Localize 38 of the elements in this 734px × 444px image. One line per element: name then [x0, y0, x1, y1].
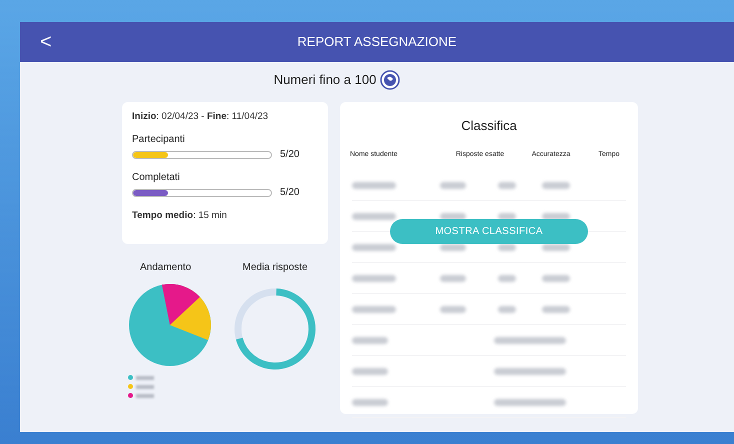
- blurred-status: [494, 398, 566, 406]
- blurred-name: [352, 336, 388, 344]
- blurred-score: [440, 182, 466, 188]
- donut-chart-title: Media risposte: [242, 261, 308, 275]
- blurred-score: [440, 306, 466, 312]
- blurred-legend-text: [136, 394, 154, 398]
- blurred-status: [494, 336, 566, 344]
- blurred-status: [494, 368, 566, 374]
- blurred-time: [542, 306, 570, 312]
- progress-label: Completati: [132, 171, 181, 186]
- blurred-legend-text: [136, 376, 154, 380]
- blurred-time: [542, 182, 570, 188]
- subtitle: Numeri fino a 100: [274, 71, 376, 90]
- progress-count: 5/20: [280, 186, 300, 200]
- pie-chart-title: Andamento: [140, 261, 192, 275]
- blurred-name: [352, 212, 396, 220]
- blurred-accuracy: [498, 182, 516, 188]
- progress-label: Partecipanti: [132, 133, 186, 148]
- header-title: REPORT ASSEGNAZIONE: [297, 33, 457, 52]
- average-time: Tempo medio: 15 min: [132, 209, 228, 224]
- blurred-name: [352, 274, 396, 282]
- blurred-name: [352, 368, 388, 374]
- blurred-legend-text: [136, 384, 154, 388]
- blurred-name: [352, 244, 396, 250]
- blurred-time: [542, 274, 570, 282]
- blurred-score: [440, 274, 466, 282]
- back-button[interactable]: <: [40, 32, 52, 52]
- ranking-title: Classifica: [461, 117, 517, 135]
- blurred-name: [352, 182, 396, 188]
- blurred-time: [542, 212, 570, 220]
- date-range: Inizio: 02/04/23 - Fine: 11/04/23: [132, 110, 270, 124]
- blurred-name: [352, 306, 396, 312]
- blurred-accuracy: [498, 274, 516, 282]
- blurred-accuracy: [498, 306, 516, 312]
- progress-count: 5/20: [280, 148, 300, 162]
- blurred-name: [352, 398, 388, 406]
- blurred-accuracy: [498, 212, 516, 220]
- blurred-score: [440, 212, 466, 220]
